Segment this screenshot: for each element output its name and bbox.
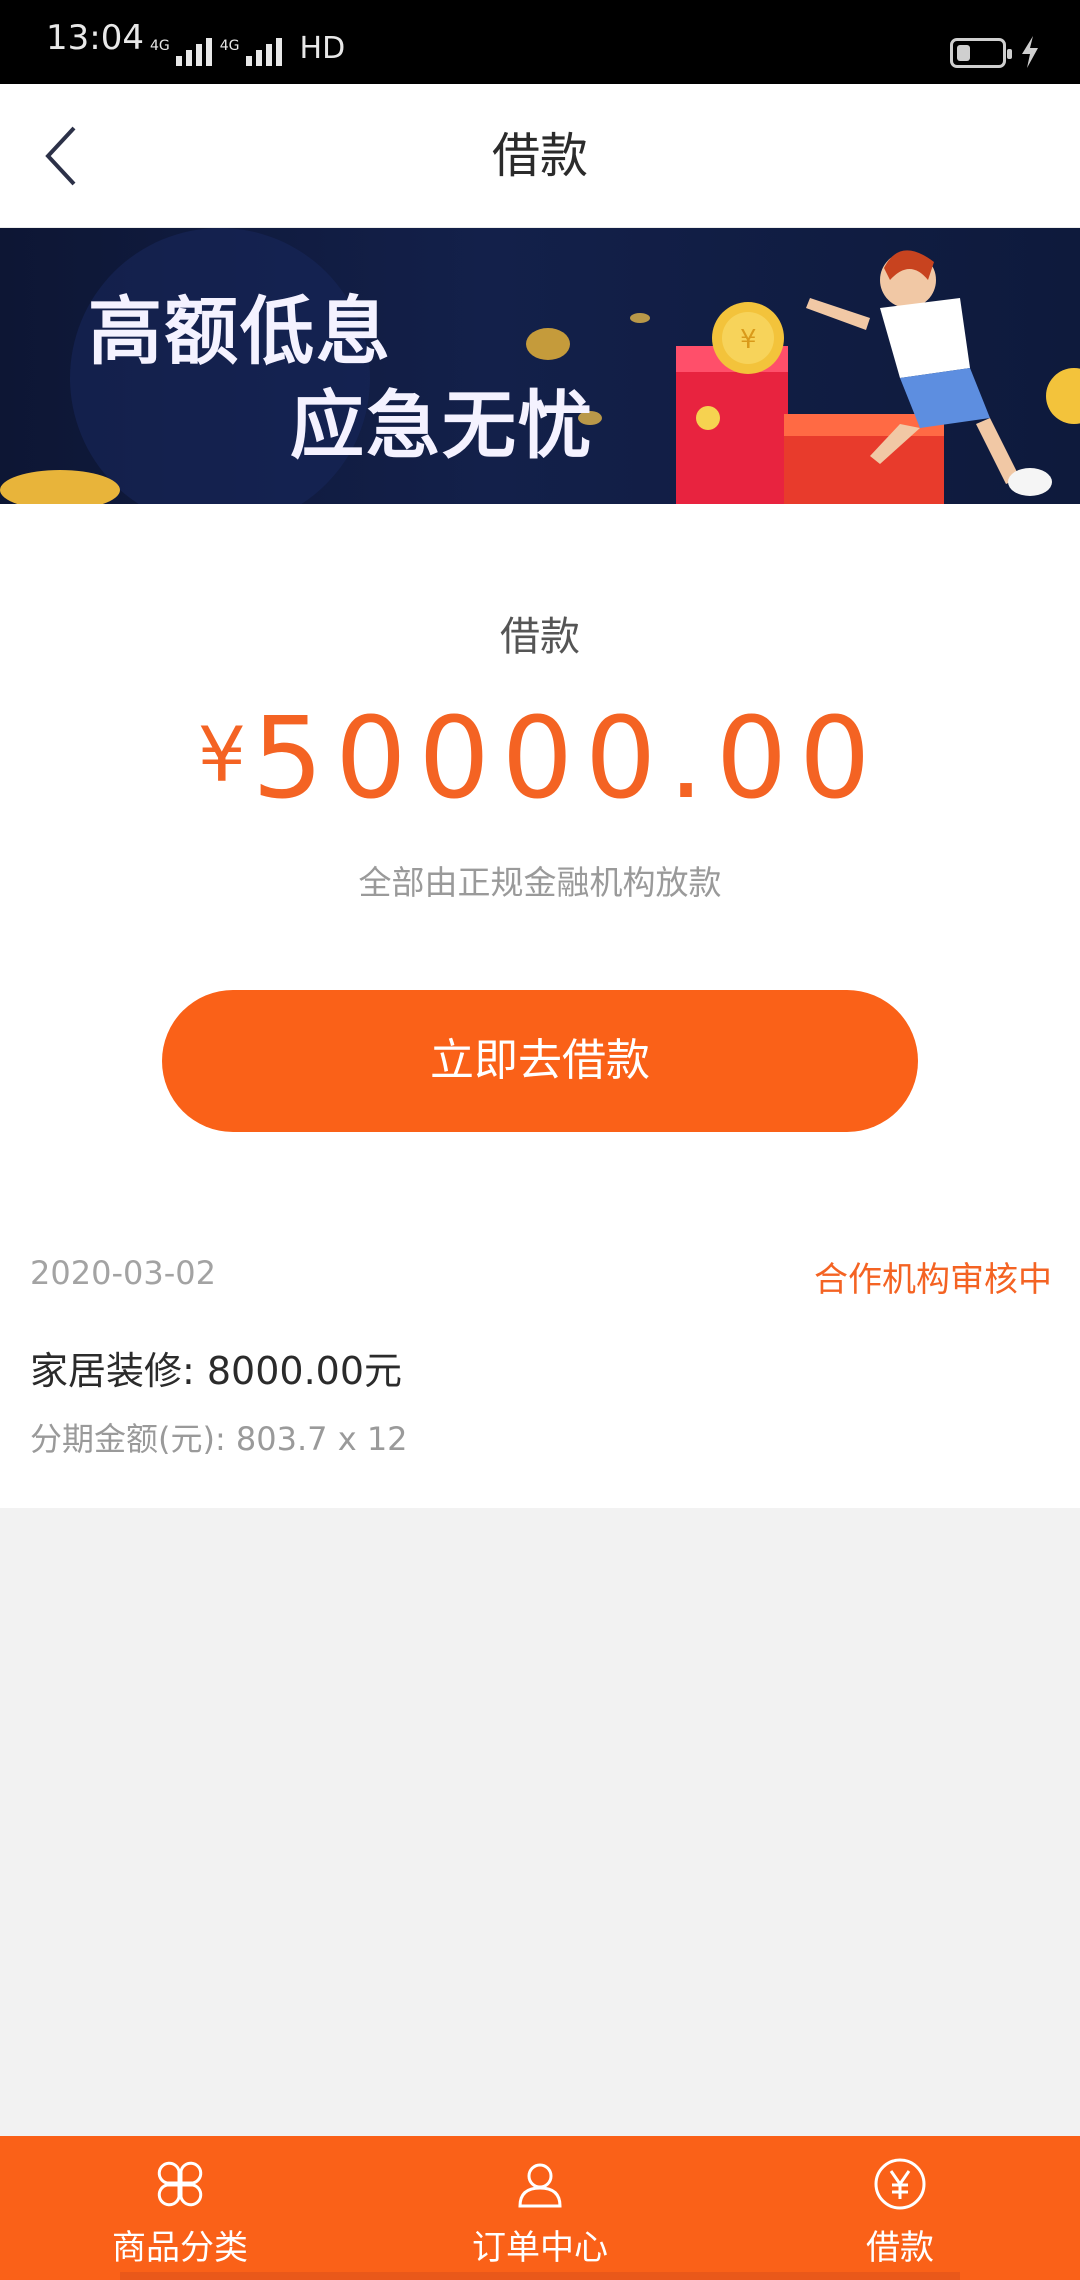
loan-label: 借款 — [500, 614, 580, 660]
tab-label: 借款 — [866, 2228, 934, 2268]
yen-circle-icon — [874, 2158, 926, 2210]
charging-icon — [1022, 36, 1038, 68]
user-icon — [518, 2163, 562, 2208]
apply-loan-button[interactable]: 立即去借款 — [162, 990, 918, 1132]
signal-icon: 4G — [150, 38, 212, 66]
tab-orders[interactable]: 订单中心 — [360, 2136, 720, 2280]
record-title: 家居装修: 8000.00元 — [30, 1349, 403, 1393]
loan-card: 借款 ¥50000.00 全部由正规金融机构放款 立即去借款 2020-03-0… — [0, 504, 1080, 1508]
record-status: 合作机构审核中 — [814, 1260, 1052, 1300]
promo-banner[interactable]: ¥ 高额低息 应急无忧 — [0, 228, 1080, 504]
battery-level — [957, 45, 970, 61]
signal-indicators: 4G 4G HD — [150, 26, 345, 66]
status-bar: 13:04 4G 4G HD — [0, 0, 1080, 84]
page-title: 借款 — [491, 128, 588, 184]
banner-subheadline: 应急无忧 — [290, 383, 594, 469]
tab-label: 商品分类 — [112, 2228, 248, 2268]
home-indicator — [120, 2272, 960, 2280]
page-header: 借款 — [0, 84, 1080, 228]
amount-value: 50000.00 — [251, 694, 883, 824]
svg-text:¥: ¥ — [740, 325, 757, 355]
currency-symbol: ¥ — [197, 710, 246, 799]
signal-icon: 4G — [220, 38, 282, 66]
lender-note: 全部由正规金融机构放款 — [358, 863, 722, 902]
tab-loan[interactable]: 借款 — [720, 2136, 1080, 2280]
battery-icon — [950, 38, 1012, 68]
record-date: 2020-03-02 — [30, 1254, 216, 1292]
tab-category[interactable]: 商品分类 — [0, 2136, 360, 2280]
banner-headline: 高额低息 — [88, 289, 392, 375]
bottom-tab-bar: 商品分类 订单中心 借款 — [0, 2136, 1080, 2280]
record-installment: 分期金额(元): 803.7 x 12 — [30, 1420, 408, 1458]
status-time: 13:04 — [46, 18, 144, 58]
loan-amount: ¥50000.00 — [0, 694, 1080, 824]
network-type-label: 4G — [219, 38, 240, 54]
hd-indicator: HD — [299, 31, 346, 66]
category-icon — [157, 2161, 203, 2207]
tab-label: 订单中心 — [472, 2228, 608, 2268]
network-type-label: 4G — [150, 38, 170, 54]
